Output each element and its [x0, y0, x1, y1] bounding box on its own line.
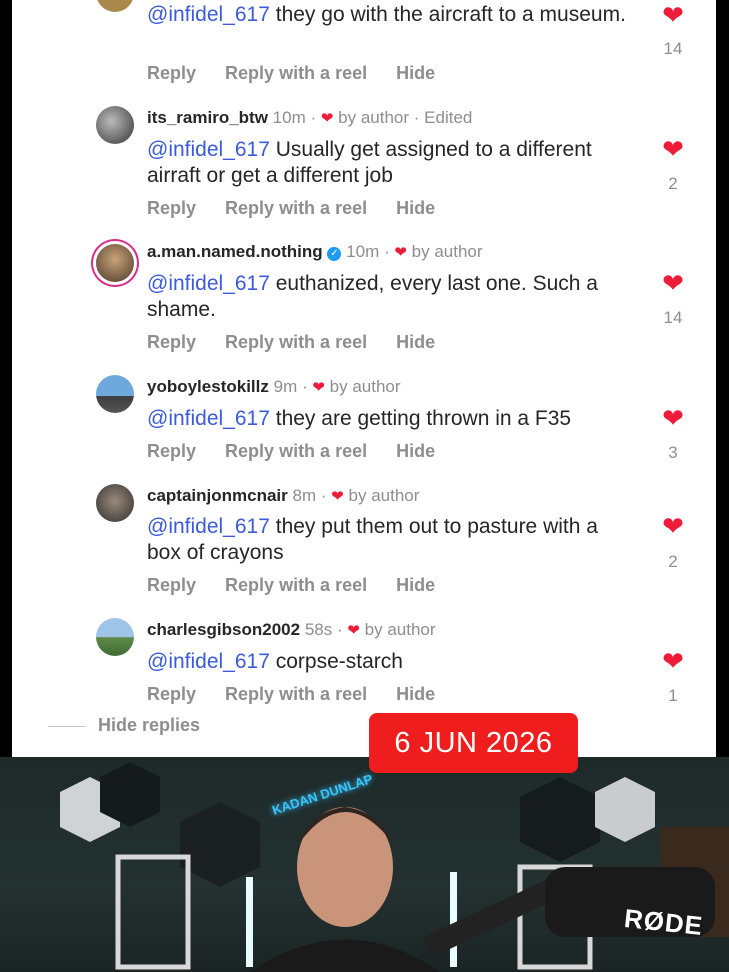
hex-panel-right-dark [520, 777, 600, 862]
reply-with-reel-button[interactable]: Reply with a reel [225, 441, 367, 461]
reply-button[interactable]: Reply [147, 198, 196, 218]
hide-button[interactable]: Hide [396, 684, 435, 704]
heart-icon[interactable]: ❤ [658, 136, 688, 162]
hide-button[interactable]: Hide [396, 575, 435, 595]
comment-actions: Reply Reply with a reel Hide [147, 63, 459, 84]
author-like-label: by author [411, 242, 483, 261]
reply-button[interactable]: Reply [147, 684, 196, 704]
author-like-label: by author [348, 486, 420, 505]
comment-meta: a.man.named.nothing ✓ 10m · ❤ by author [147, 242, 483, 261]
comment-meta: its_ramiro_btw 10m · ❤ by author · Edite… [147, 108, 473, 127]
mention-link[interactable]: @infidel_617 [147, 138, 270, 161]
like-count: 14 [663, 308, 683, 327]
studio-background [60, 762, 729, 972]
mention-link[interactable]: @infidel_617 [147, 3, 270, 26]
heart-icon: ❤ [312, 379, 325, 396]
heart-icon: ❤ [347, 622, 360, 639]
neon-light-right [450, 872, 457, 967]
reply-with-reel-button[interactable]: Reply with a reel [225, 684, 367, 704]
timestamp: 58s [304, 620, 333, 639]
comment-actions: Reply Reply with a reel Hide [147, 684, 459, 705]
reply-button[interactable]: Reply [147, 575, 196, 595]
comment-meta: charlesgibson2002 58s · ❤ by author [147, 620, 436, 639]
hide-button[interactable]: Hide [396, 332, 435, 352]
comment-actions: Reply Reply with a reel Hide [147, 198, 459, 219]
comment-text: @infidel_617 they are getting thrown in … [147, 407, 572, 430]
heart-icon: ❤ [331, 488, 344, 505]
username[interactable]: a.man.named.nothing [147, 242, 323, 261]
heart-icon[interactable]: ❤ [658, 2, 688, 28]
heart-icon: ❤ [394, 244, 407, 261]
heart-icon[interactable]: ❤ [658, 513, 688, 539]
like-count: 14 [663, 39, 683, 58]
hex-panel-right-grey [595, 777, 655, 842]
reply-with-reel-button[interactable]: Reply with a reel [225, 332, 367, 352]
reply-button[interactable]: Reply [147, 63, 196, 83]
author-like-label: by author [329, 377, 401, 396]
heart-icon: ❤ [320, 110, 334, 127]
reply-with-reel-button[interactable]: Reply with a reel [225, 63, 367, 83]
like-count: 3 [668, 443, 678, 462]
like-count: 2 [668, 552, 678, 571]
mention-link[interactable]: @infidel_617 [147, 272, 270, 295]
avatar[interactable] [96, 375, 134, 413]
author-like-label: by author [338, 108, 410, 127]
heart-icon[interactable]: ❤ [658, 270, 688, 296]
presenter-shoulders [250, 939, 440, 972]
microphone-arm [424, 880, 557, 956]
neon-light-left [246, 877, 253, 967]
comment-actions: Reply Reply with a reel Hide [147, 575, 459, 596]
comment-meta: yoboylestokillz 9m · ❤ by author [147, 377, 401, 396]
username[interactable]: yoboylestokillz [147, 377, 269, 396]
username[interactable]: its_ramiro_btw [147, 108, 268, 127]
verified-badge-icon: ✓ [327, 247, 342, 261]
like-count: 1 [668, 686, 678, 705]
avatar[interactable] [96, 0, 134, 12]
avatar[interactable] [96, 618, 134, 656]
mention-link[interactable]: @infidel_617 [147, 650, 270, 673]
comment-text: @infidel_617 Usually get assigned to a d… [147, 138, 592, 187]
mention-link[interactable]: @infidel_617 [147, 407, 270, 430]
username[interactable]: charlesgibson2002 [147, 620, 300, 639]
comment-actions: Reply Reply with a reel Hide [147, 332, 459, 353]
comment-meta: captainjonmcnair 8m · ❤ by author [147, 486, 420, 505]
timestamp: 9m [273, 377, 298, 396]
edited-label: · Edited [413, 108, 473, 127]
mention-link[interactable]: @infidel_617 [147, 515, 270, 538]
frame-left [115, 854, 191, 970]
heart-icon[interactable]: ❤ [658, 405, 688, 431]
hide-button[interactable]: Hide [396, 198, 435, 218]
heart-icon[interactable]: ❤ [658, 648, 688, 674]
video-frame[interactable]: KADAN DUNLAP RØDE [0, 757, 729, 972]
comment-text: @infidel_617 corpse-starch [147, 650, 403, 673]
timestamp: 10m [346, 242, 380, 261]
comment-text: @infidel_617 they go with the aircraft t… [147, 3, 626, 26]
hide-replies-button[interactable]: Hide replies [47, 715, 200, 736]
hex-panel-center [180, 802, 260, 887]
reply-button[interactable]: Reply [147, 441, 196, 461]
date-badge: 6 JUN 2026 [369, 713, 578, 773]
reply-with-reel-button[interactable]: Reply with a reel [225, 198, 367, 218]
avatar[interactable] [96, 244, 134, 282]
reply-button[interactable]: Reply [147, 332, 196, 352]
timestamp: 8m [292, 486, 317, 505]
avatar[interactable] [96, 484, 134, 522]
like-count: 2 [668, 174, 678, 193]
reply-with-reel-button[interactable]: Reply with a reel [225, 575, 367, 595]
comment-actions: Reply Reply with a reel Hide [147, 441, 459, 462]
hide-button[interactable]: Hide [396, 63, 435, 83]
avatar[interactable] [96, 106, 134, 144]
timestamp: 10m [272, 108, 306, 127]
author-like-label: by author [364, 620, 436, 639]
hide-button[interactable]: Hide [396, 441, 435, 461]
comments-panel: @infidel_617 they go with the aircraft t… [12, 0, 716, 757]
username[interactable]: captainjonmcnair [147, 486, 288, 505]
comment-text: @infidel_617 euthanized, every last one.… [147, 272, 598, 321]
comment-text: @infidel_617 they put them out to pastur… [147, 515, 598, 564]
